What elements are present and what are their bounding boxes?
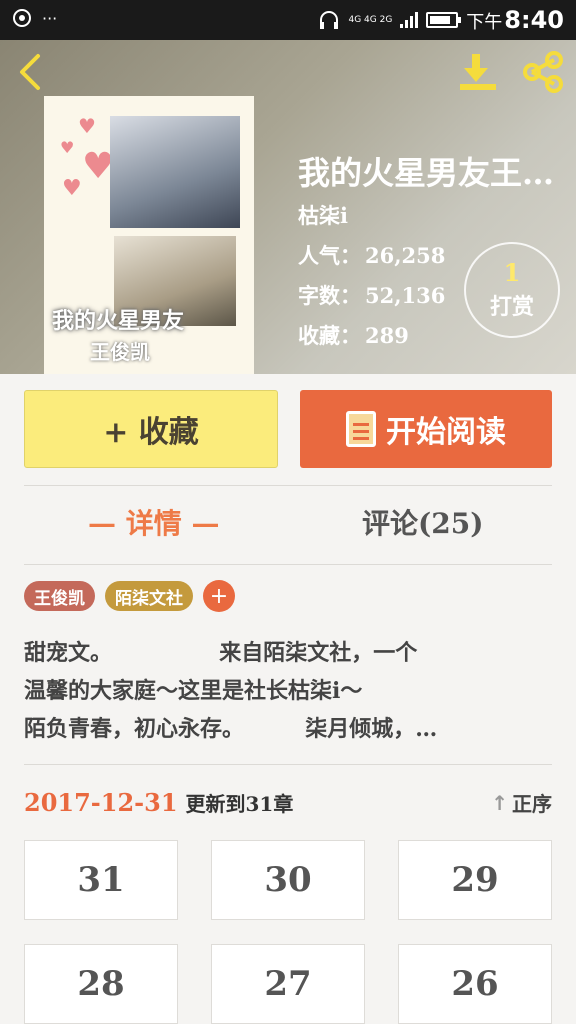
book-description[interactable]: 甜宠文。 来自陌柒文社，一个 温馨的大家庭～这里是社长枯柒i～ 陌负青春，初心永… <box>24 634 554 748</box>
cover-title: 我的火星男友 <box>52 308 185 334</box>
sort-order-toggle[interactable]: ↑ 正序 <box>491 788 552 817</box>
heart-icon: ♥ <box>62 176 82 201</box>
chapter-cell[interactable]: 27 <box>211 944 365 1024</box>
chapter-cell[interactable]: 31 <box>24 840 178 920</box>
app-notification-icon <box>13 9 31 27</box>
time-prefix: 下午 <box>466 12 503 33</box>
network-indicator: 4G 4G 2G <box>348 15 393 25</box>
tip-button[interactable]: 1 打赏 <box>464 242 560 338</box>
tag-list: 王俊凯 陌柒文社 + <box>24 580 235 612</box>
stat-favorites: 收藏： 289 <box>298 320 409 350</box>
download-icon <box>460 54 496 90</box>
share-icon <box>523 51 563 93</box>
chapter-cell[interactable]: 30 <box>211 840 365 920</box>
back-button[interactable] <box>14 52 46 92</box>
tip-label: 打赏 <box>489 294 534 320</box>
book-cover[interactable]: ♥ ♥ ♥ ♥ 我的火星男友 王俊凯 <box>44 96 254 374</box>
add-tag-button[interactable]: + <box>203 580 235 612</box>
tag-chip[interactable]: 王俊凯 <box>24 581 95 611</box>
update-date: 2017-12-31 <box>24 787 178 817</box>
book-icon <box>346 411 376 447</box>
divider <box>24 764 552 765</box>
clock: 8:40 <box>504 6 564 34</box>
description-line: 温馨的大家庭～这里是社长枯柒i～ <box>24 678 363 704</box>
chapter-cell[interactable]: 26 <box>398 944 552 1024</box>
stat-label: 收藏： <box>298 323 361 348</box>
cover-subtitle: 王俊凯 <box>90 340 150 364</box>
cover-photo <box>110 116 240 228</box>
stat-value: 289 <box>365 323 409 348</box>
stat-label: 人气： <box>298 243 361 268</box>
description-line: 陌负青春，初心永存。 柒月倾城，… <box>24 716 438 742</box>
stat-label: 字数： <box>298 283 361 308</box>
stat-value: 26,258 <box>365 243 446 268</box>
tab-bar: — 详情 — 评论(25) <box>0 488 576 564</box>
description-line: 甜宠文。 来自陌柒文社，一个 <box>24 640 418 666</box>
stat-value: 52,136 <box>365 283 446 308</box>
start-reading-label: 开始阅读 <box>386 415 506 450</box>
stat-popularity: 人气： 26,258 <box>298 240 445 270</box>
stat-word-count: 字数： 52,136 <box>298 280 445 310</box>
update-info: 2017-12-31 更新到31章 ↑ 正序 <box>24 780 552 824</box>
download-button[interactable] <box>456 50 500 94</box>
arrow-up-icon: ↑ <box>491 790 508 815</box>
headphones-icon <box>320 11 339 29</box>
update-text: 更新到31章 <box>185 791 294 816</box>
tab-detail[interactable]: — 详情 — <box>88 502 220 542</box>
status-dots: ··· <box>42 8 58 28</box>
status-bar: ··· 4G 4G 2G 下午8:40 <box>0 0 576 40</box>
chapter-cell[interactable]: 28 <box>24 944 178 1024</box>
heart-icon: ♥ <box>78 114 96 138</box>
chevron-left-icon <box>20 54 40 90</box>
sort-order-label: 正序 <box>512 792 552 816</box>
add-favorite-button[interactable]: + 收藏 <box>24 390 278 468</box>
tab-comments[interactable]: 评论(25) <box>362 502 483 542</box>
heart-icon: ♥ <box>60 138 75 157</box>
tag-chip[interactable]: 陌柒文社 <box>105 581 193 611</box>
book-author[interactable]: 枯柒i <box>298 200 348 230</box>
battery-icon <box>426 12 462 28</box>
signal-icon <box>400 12 419 28</box>
start-reading-button[interactable]: 开始阅读 <box>300 390 552 468</box>
book-title: 我的火星男友王… <box>298 154 555 192</box>
divider <box>24 485 552 486</box>
divider <box>24 564 552 565</box>
tip-count: 1 <box>503 258 521 287</box>
chapter-cell[interactable]: 29 <box>398 840 552 920</box>
book-header: ♥ ♥ ♥ ♥ 我的火星男友 王俊凯 我的火星男友王… 枯柒i 人气： 26,25… <box>0 40 576 374</box>
share-button[interactable] <box>520 50 568 94</box>
